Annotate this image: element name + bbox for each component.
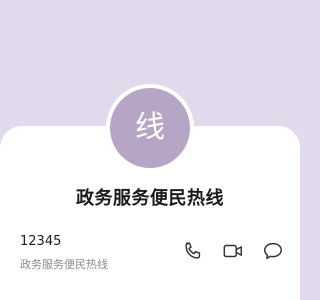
chat-bubble-icon <box>264 242 282 260</box>
phone-icon <box>185 242 201 259</box>
contact-name: 政务服务便民热线 <box>76 188 224 209</box>
video-camera-icon <box>223 244 242 258</box>
avatar-letter: 线 <box>135 110 165 145</box>
message-button[interactable] <box>262 240 284 262</box>
phone-number-label: 政务服务便民热线 <box>20 258 108 271</box>
phone-number[interactable]: 12345 <box>20 234 61 249</box>
video-call-button[interactable] <box>222 240 244 262</box>
contact-avatar: 线 <box>110 88 190 168</box>
call-button[interactable] <box>182 240 204 262</box>
